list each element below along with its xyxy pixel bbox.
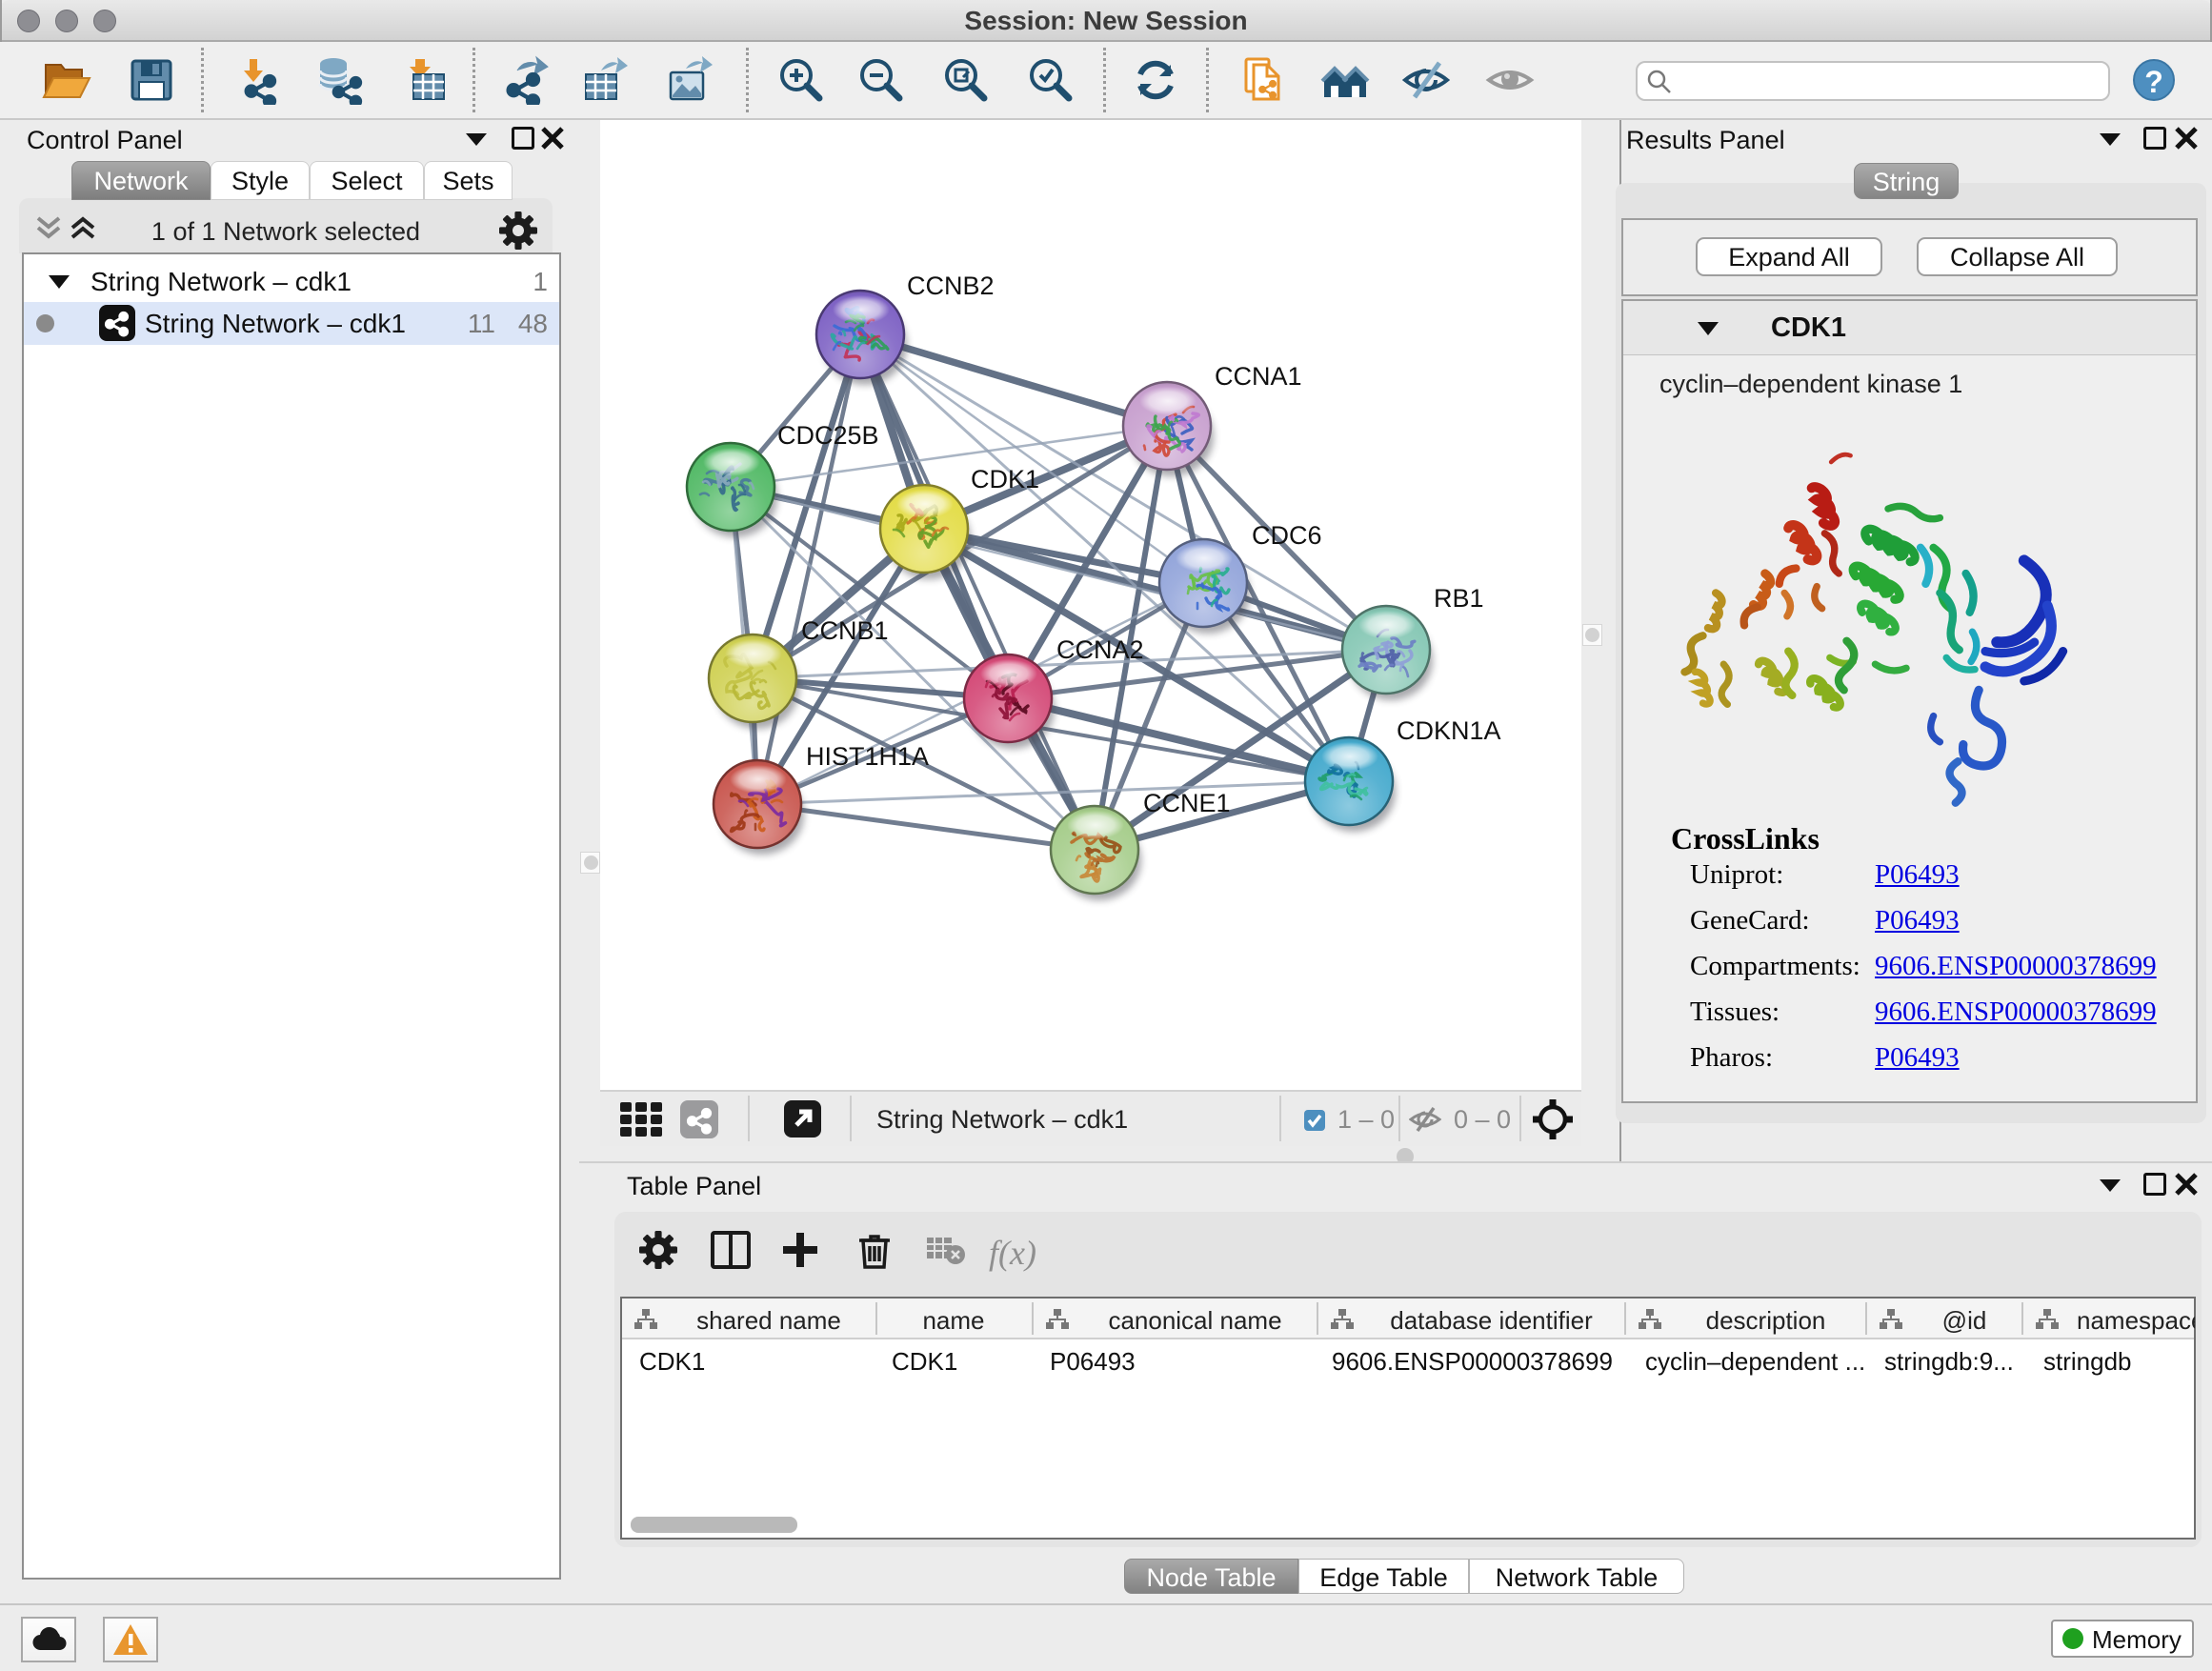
svg-text:CDK1: CDK1 bbox=[971, 465, 1039, 493]
svg-text:CCNA2: CCNA2 bbox=[1056, 635, 1144, 664]
svg-text:RB1: RB1 bbox=[1434, 584, 1484, 613]
svg-text:HIST1H1A: HIST1H1A bbox=[806, 742, 929, 771]
svg-text:CCNB2: CCNB2 bbox=[907, 272, 995, 300]
svg-text:CDC25B: CDC25B bbox=[777, 421, 879, 450]
svg-text:CDC6: CDC6 bbox=[1252, 521, 1322, 550]
svg-text:CCNE1: CCNE1 bbox=[1143, 789, 1231, 817]
svg-text:CCNB1: CCNB1 bbox=[801, 616, 889, 645]
svg-text:CDKN1A: CDKN1A bbox=[1397, 716, 1501, 745]
svg-text:CCNA1: CCNA1 bbox=[1215, 362, 1302, 391]
